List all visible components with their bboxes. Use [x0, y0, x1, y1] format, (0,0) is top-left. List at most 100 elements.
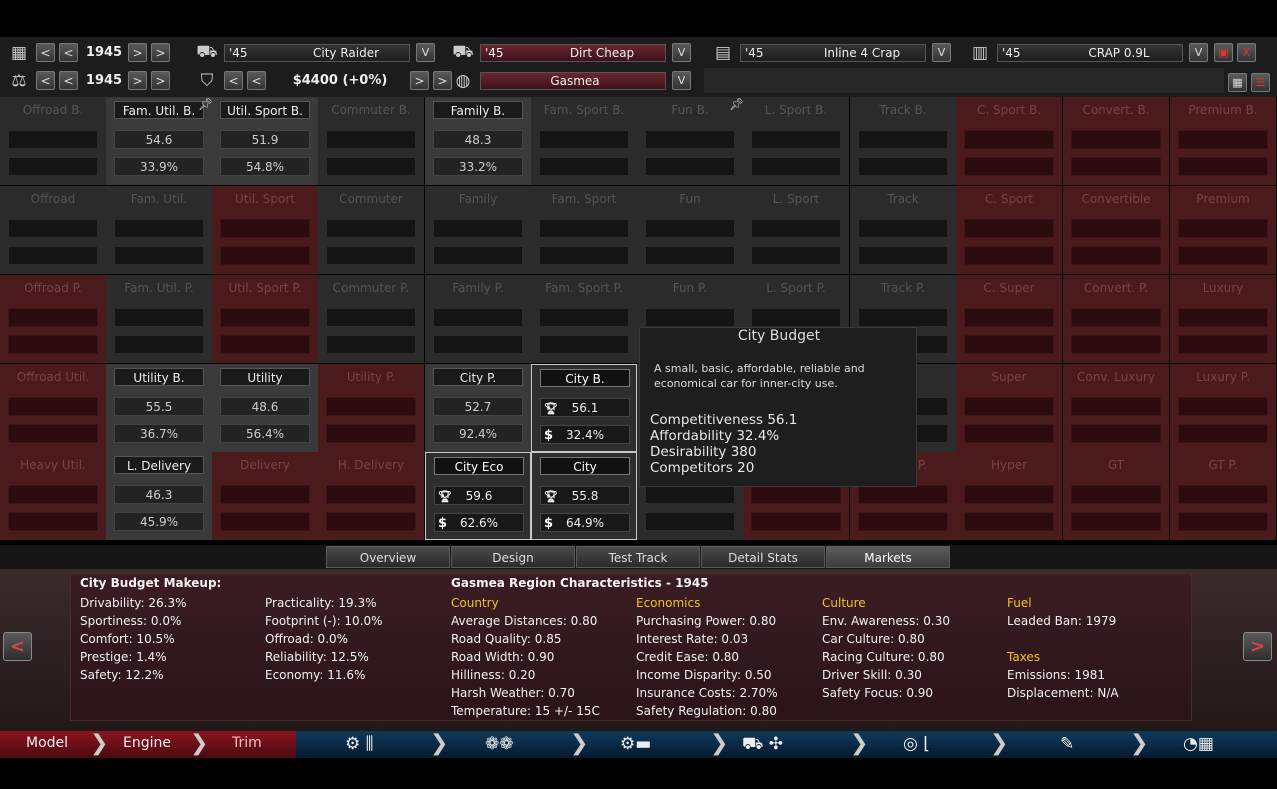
spray-paint-icon[interactable]: ✎	[1060, 734, 1074, 754]
panel-next-button[interactable]: >	[1243, 632, 1272, 661]
market-cell[interactable]: Offroad B.	[0, 97, 106, 185]
market-cell[interactable]: GT P.	[1170, 452, 1276, 540]
market-cell[interactable]: C. Sport	[956, 186, 1062, 274]
pin-icon[interactable]: 📌︎	[198, 97, 213, 111]
compare-year-prev-fast-button[interactable]: <	[36, 71, 55, 90]
market-cell[interactable]: City P. 52.7 92.4%	[425, 364, 531, 452]
market-cell-title: City P.	[433, 368, 523, 386]
market-cell[interactable]: Util. Sport B. 51.9 54.8%	[212, 97, 318, 185]
market-cell[interactable]: Fam. Util. P.	[106, 275, 212, 363]
nav-engine[interactable]: Engine	[123, 731, 171, 758]
save-icon[interactable]: ▣	[1214, 43, 1233, 62]
price-up-button[interactable]: >	[410, 71, 429, 90]
speedometer-flag-icon[interactable]: ◔▦	[1183, 734, 1214, 754]
car-fan-icon[interactable]: ⛟ ✣	[742, 734, 783, 754]
market-cell[interactable]: Utility P.	[318, 364, 424, 452]
wheels-icon[interactable]: ❁❁	[485, 734, 514, 754]
year-prev-fast-button[interactable]: <	[36, 43, 55, 62]
compare-year-next-fast-button[interactable]: >	[151, 71, 170, 90]
market-cell[interactable]: Offroad P.	[0, 275, 106, 363]
market-cell[interactable]: City B. 56.1 🏆︎ 32.4% $	[531, 364, 637, 452]
panel-prev-button[interactable]: <	[3, 632, 32, 661]
market-cell[interactable]: Delivery	[212, 452, 318, 540]
market-cell[interactable]: Heavy Util.	[0, 452, 106, 540]
market-cell[interactable]: Convert. B.	[1063, 97, 1169, 185]
market-cell[interactable]: Track B.	[850, 97, 956, 185]
market-cell[interactable]: Premium	[1170, 186, 1276, 274]
country-road-quality: Road Quality: 0.85	[451, 632, 562, 646]
engine-dropdown-button[interactable]: V	[932, 43, 951, 62]
market-cell[interactable]: Util. Sport P.	[212, 275, 318, 363]
market-cell[interactable]: L. Sport B.	[743, 97, 849, 185]
market-cell[interactable]: Convertible	[1063, 186, 1169, 274]
market-cell[interactable]: City 55.8 🏆︎ 64.9% $	[531, 452, 637, 540]
market-cell[interactable]: L. Delivery 46.3 45.9%	[106, 452, 212, 540]
price-down-button[interactable]: <	[247, 71, 266, 90]
tab-design[interactable]: Design	[451, 546, 575, 568]
year-prev-button[interactable]: <	[59, 43, 78, 62]
market-cell[interactable]: Utility B. 55.5 36.7%	[106, 364, 212, 452]
market-cell[interactable]: GT	[1063, 452, 1169, 540]
market-cell[interactable]: Commuter P.	[318, 275, 424, 363]
tab-detail-stats[interactable]: Detail Stats	[701, 546, 825, 568]
steering-seat-icon[interactable]: ◎ ⌊	[903, 734, 930, 754]
price-down-fast-button[interactable]: <	[224, 71, 243, 90]
trim-field[interactable]: '45 Dirt Cheap	[480, 43, 666, 62]
year-next-fast-button[interactable]: >	[151, 43, 170, 62]
market-cell[interactable]: Hyper	[956, 452, 1062, 540]
market-cell[interactable]: Family P.	[425, 275, 531, 363]
model-dropdown-button[interactable]: V	[416, 43, 435, 62]
gearbox-icon[interactable]: ⚙ ⫼	[345, 734, 373, 754]
list-view-icon[interactable]: ☰	[1251, 73, 1270, 92]
market-cell[interactable]: H. Delivery	[318, 452, 424, 540]
market-cell[interactable]: Fam. Util. B. 54.6 33.9% 📌︎	[106, 97, 213, 185]
tab-overview[interactable]: Overview	[326, 546, 450, 568]
market-cell[interactable]: Commuter	[318, 186, 424, 274]
nav-trim[interactable]: Trim	[232, 731, 262, 758]
market-cell[interactable]: Commuter B.	[318, 97, 424, 185]
compare-year-prev-button[interactable]: <	[59, 71, 78, 90]
market-cell[interactable]: Offroad Util.	[0, 364, 106, 452]
year-next-button[interactable]: >	[128, 43, 147, 62]
market-cell[interactable]: Super	[956, 364, 1062, 452]
tab-test-track[interactable]: Test Track	[576, 546, 700, 568]
market-cell[interactable]: Family	[425, 186, 531, 274]
market-cell[interactable]: Fam. Util.	[106, 186, 212, 274]
suspension-icon[interactable]: ⚙▬	[620, 734, 651, 754]
market-cell[interactable]: Premium B.	[1170, 97, 1276, 185]
model-field[interactable]: '45 City Raider	[224, 43, 410, 62]
market-cell[interactable]: Track	[850, 186, 956, 274]
market-cell[interactable]: Fun B. 📌︎	[637, 97, 744, 185]
market-cell[interactable]: C. Sport B.	[956, 97, 1062, 185]
market-cell-title: Fam. Util. P.	[124, 281, 194, 295]
close-button[interactable]: X	[1237, 43, 1256, 62]
variant-dropdown-button[interactable]: V	[1189, 43, 1208, 62]
market-cell[interactable]: Luxury P.	[1170, 364, 1276, 452]
region-field[interactable]: Gasmea	[480, 71, 666, 90]
grid-view-icon[interactable]: ▦	[1228, 73, 1247, 92]
compare-year-next-button[interactable]: >	[128, 71, 147, 90]
competitiveness-value: 51.9	[220, 130, 310, 149]
market-cell[interactable]: Fam. Sport B.	[531, 97, 637, 185]
market-cell[interactable]: Fam. Sport P.	[531, 275, 637, 363]
pin-icon[interactable]: 📌︎	[729, 97, 744, 111]
market-cell[interactable]: Utility 48.6 56.4%	[212, 364, 318, 452]
market-cell[interactable]: Util. Sport	[212, 186, 318, 274]
market-cell[interactable]: Conv. Luxury	[1063, 364, 1169, 452]
market-cell[interactable]: Fun	[637, 186, 743, 274]
nav-model[interactable]: Model	[26, 731, 68, 758]
market-cell[interactable]: L. Sport	[743, 186, 849, 274]
market-cell[interactable]: Family B. 48.3 33.2%	[425, 97, 531, 185]
tab-markets[interactable]: Markets	[826, 546, 950, 568]
region-dropdown-button[interactable]: V	[672, 71, 691, 90]
market-cell[interactable]: C. Super	[956, 275, 1062, 363]
trim-dropdown-button[interactable]: V	[672, 43, 691, 62]
variant-field[interactable]: '45 CRAP 0.9L	[997, 43, 1183, 62]
market-cell-title: GT	[1107, 458, 1125, 472]
market-cell[interactable]: Fam. Sport	[531, 186, 637, 274]
market-cell[interactable]: Offroad	[0, 186, 106, 274]
market-cell[interactable]: Convert. P.	[1063, 275, 1169, 363]
market-cell[interactable]: City Eco 59.6 🏆︎ 62.6% $	[425, 452, 531, 540]
engine-field[interactable]: '45 Inline 4 Crap	[740, 43, 926, 62]
market-cell[interactable]: Luxury	[1170, 275, 1276, 363]
